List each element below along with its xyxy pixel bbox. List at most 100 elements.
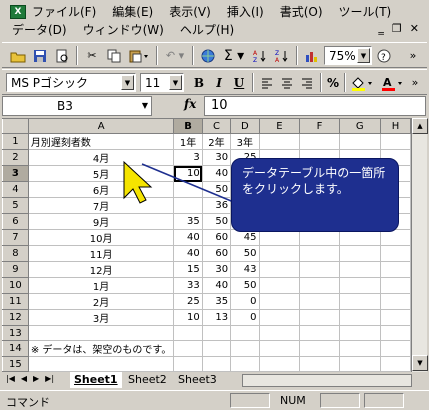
cell-d10[interactable]: 50 (230, 277, 260, 294)
cell-g9[interactable] (338, 261, 381, 278)
cell-f8[interactable] (299, 245, 340, 262)
row-header[interactable]: 9 (2, 261, 29, 278)
cell-b3[interactable]: 10 (173, 165, 203, 182)
row-header[interactable]: 4 (2, 181, 29, 198)
bold-button[interactable]: B (190, 73, 208, 92)
cell-d9[interactable]: 43 (230, 261, 260, 278)
cell-h10[interactable] (379, 277, 411, 294)
cell-e12[interactable] (258, 309, 301, 326)
cell-c3[interactable]: 40 (201, 165, 232, 182)
row-header[interactable]: 14 (2, 340, 29, 357)
row-header[interactable]: 15 (2, 356, 29, 372)
cell-b4[interactable] (173, 181, 203, 198)
cell-c1[interactable]: 2年 (201, 133, 232, 150)
row-header[interactable]: 13 (2, 325, 29, 341)
cell-f14[interactable] (299, 340, 340, 357)
column-header-h[interactable]: H (379, 118, 411, 134)
cell-b2[interactable]: 3 (173, 149, 203, 166)
cell-h14[interactable] (379, 340, 411, 357)
cell-b10[interactable]: 33 (173, 277, 203, 294)
horizontal-scrollbar[interactable] (242, 374, 412, 387)
zoom-dropdown[interactable]: 75% ▼ (324, 46, 372, 65)
menu-data[interactable]: データ(D) (12, 21, 67, 39)
cell-h12[interactable] (379, 309, 411, 326)
cell-d14[interactable] (230, 340, 260, 357)
cell-d15[interactable] (230, 356, 260, 372)
cell-g11[interactable] (338, 293, 381, 310)
cell-g1[interactable] (338, 133, 381, 150)
cell-h1[interactable] (379, 133, 411, 150)
cell-a15[interactable] (27, 356, 175, 372)
cell-c4[interactable]: 50 (201, 181, 232, 198)
open-folder-icon[interactable] (8, 46, 28, 65)
cell-a9[interactable]: 12月 (27, 261, 175, 278)
cell-c8[interactable]: 60 (201, 245, 232, 262)
column-header-a[interactable]: A (27, 118, 175, 134)
chevron-down-icon[interactable]: ▼ (169, 75, 182, 90)
cell-c9[interactable]: 30 (201, 261, 232, 278)
cell-a14[interactable]: ※ データは、架空のものです。 (27, 340, 175, 357)
cell-b1[interactable]: 1年 (173, 133, 203, 150)
scroll-up-icon[interactable]: ▲ (412, 118, 428, 134)
hyperlink-globe-icon[interactable] (198, 46, 218, 65)
cell-g10[interactable] (338, 277, 381, 294)
minimize-icon[interactable]: ‗ (378, 22, 384, 35)
excel-app-icon[interactable]: X (10, 5, 26, 19)
chevron-down-icon[interactable]: ▼ (121, 75, 134, 90)
toolbar-options-icon[interactable]: » (408, 73, 422, 92)
italic-button[interactable]: I (210, 73, 228, 92)
print-preview-icon[interactable] (52, 46, 72, 65)
chevron-down-icon[interactable]: ▼ (357, 48, 370, 63)
cell-b11[interactable]: 25 (173, 293, 203, 310)
column-header-g[interactable]: G (338, 118, 381, 134)
column-header-f[interactable]: F (299, 118, 340, 134)
font-size-dropdown[interactable]: 11 ▼ (140, 73, 184, 92)
row-header[interactable]: 10 (2, 277, 29, 294)
chart-wizard-icon[interactable] (302, 46, 322, 65)
cell-a11[interactable]: 2月 (27, 293, 175, 310)
cell-c7[interactable]: 60 (201, 229, 232, 246)
row-header[interactable]: 5 (2, 197, 29, 214)
row-header[interactable]: 1 (2, 133, 29, 150)
cell-f10[interactable] (299, 277, 340, 294)
first-sheet-icon[interactable]: |◀ (6, 374, 15, 383)
tab-sheet2[interactable]: Sheet2 (124, 372, 171, 388)
cell-d1[interactable]: 3年 (230, 133, 260, 150)
cell-b14[interactable] (173, 340, 203, 357)
cell-e11[interactable] (258, 293, 301, 310)
paste-icon[interactable] (126, 46, 152, 65)
underline-button[interactable]: U (230, 73, 248, 92)
cell-a8[interactable]: 11月 (27, 245, 175, 262)
row-header[interactable]: 8 (2, 245, 29, 262)
cell-c6[interactable]: 50 (201, 213, 232, 230)
percent-style-button[interactable]: % (324, 73, 342, 92)
close-icon[interactable]: ✕ (410, 22, 419, 35)
cell-e14[interactable] (258, 340, 301, 357)
column-header-d[interactable]: D (230, 118, 260, 134)
help-icon[interactable]: ? (376, 46, 392, 65)
align-center-icon[interactable] (278, 73, 296, 92)
cell-a10[interactable]: 1月 (27, 277, 175, 294)
cell-c2[interactable]: 30 (201, 149, 232, 166)
cell-a12[interactable]: 3月 (27, 309, 175, 326)
menu-tools[interactable]: ツール(T) (339, 3, 392, 21)
column-header-e[interactable]: E (258, 118, 301, 134)
cell-g13[interactable] (338, 325, 381, 341)
cell-e8[interactable] (258, 245, 301, 262)
scroll-down-icon[interactable]: ▼ (412, 355, 428, 371)
restore-icon[interactable]: ❐ (392, 22, 402, 35)
cell-f1[interactable] (299, 133, 340, 150)
cell-b9[interactable]: 15 (173, 261, 203, 278)
cell-c12[interactable]: 13 (201, 309, 232, 326)
menu-format[interactable]: 書式(O) (280, 3, 323, 21)
row-header[interactable]: 3 (2, 165, 29, 182)
menu-edit[interactable]: 編集(E) (112, 3, 153, 21)
next-sheet-icon[interactable]: ▶ (33, 374, 39, 383)
cell-g14[interactable] (338, 340, 381, 357)
row-header[interactable]: 2 (2, 149, 29, 166)
cell-a13[interactable] (27, 325, 175, 341)
cell-e1[interactable] (258, 133, 301, 150)
cell-c11[interactable]: 35 (201, 293, 232, 310)
cell-d12[interactable]: 0 (230, 309, 260, 326)
cell-e9[interactable] (258, 261, 301, 278)
